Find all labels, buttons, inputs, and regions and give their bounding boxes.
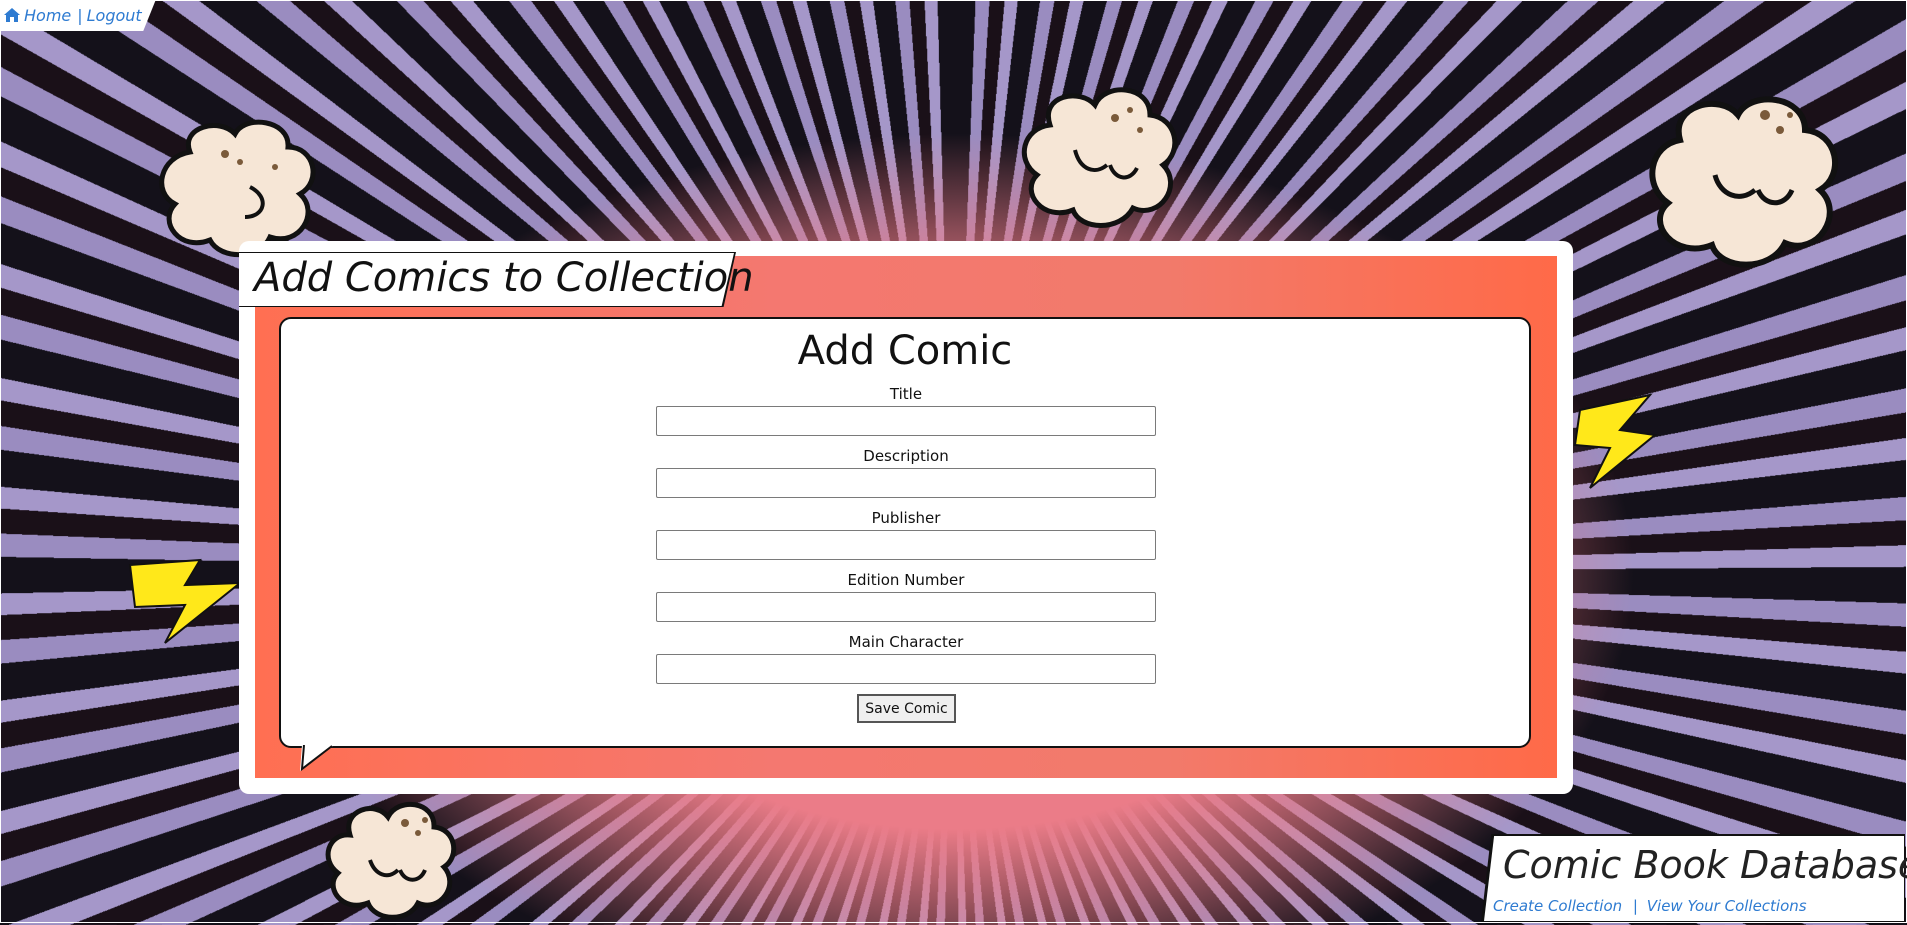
smoke-puff-icon <box>1021 87 1178 228</box>
home-label: Home <box>24 6 72 25</box>
logout-link[interactable]: Logout <box>87 6 142 25</box>
brand-title: Comic Book Database <box>1503 843 1907 887</box>
main-character-input[interactable] <box>656 654 1156 684</box>
smoke-puff-icon <box>1649 96 1838 268</box>
lightning-bolt-icon <box>128 558 243 644</box>
nav-separator: | <box>77 6 83 25</box>
top-nav: Home | Logout <box>0 0 156 31</box>
form-title: Add Comic <box>797 328 1013 374</box>
lightning-bolt-icon <box>1573 393 1658 489</box>
page-title: Add Comics to Collection <box>254 255 754 301</box>
edition-number-label: Edition Number <box>847 571 965 589</box>
create-collection-link[interactable]: Create Collection <box>1493 897 1622 915</box>
title-label: Title <box>889 385 923 403</box>
home-icon <box>4 8 20 22</box>
description-input[interactable] <box>656 468 1156 498</box>
footer-links: Create Collection | View Your Collection… <box>1493 897 1807 915</box>
main-character-label: Main Character <box>848 633 964 651</box>
publisher-input[interactable] <box>656 530 1156 560</box>
save-comic-button[interactable]: Save Comic <box>857 694 956 723</box>
footer-separator: | <box>1632 897 1638 915</box>
smoke-puff-icon <box>325 801 457 920</box>
description-label: Description <box>863 447 949 465</box>
home-link[interactable]: Home <box>4 6 71 25</box>
title-input[interactable] <box>656 406 1156 436</box>
smoke-puff-icon <box>159 119 316 258</box>
view-collections-link[interactable]: View Your Collections <box>1647 897 1807 915</box>
publisher-label: Publisher <box>871 509 941 527</box>
edition-number-input[interactable] <box>656 592 1156 622</box>
